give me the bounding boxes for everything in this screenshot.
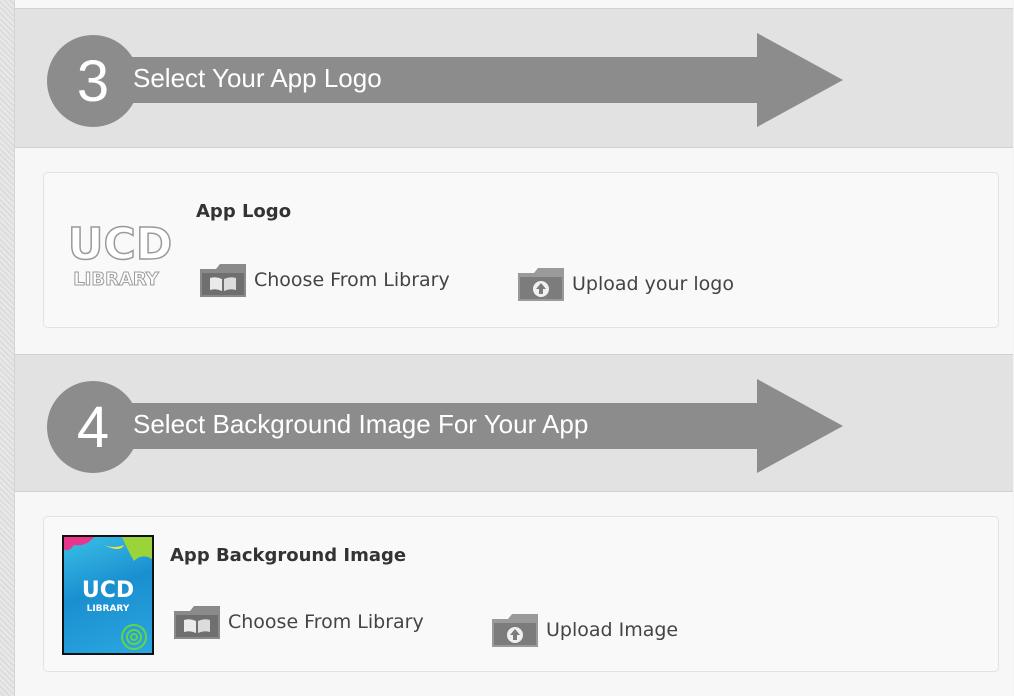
upload-logo-button[interactable]: Upload your logo [516, 265, 734, 303]
left-rail [0, 0, 14, 696]
background-thumb-text-main: UCD [82, 578, 134, 603]
app-logo-heading: App Logo [196, 201, 292, 222]
logo-text-main: UCD [68, 219, 173, 270]
app-background-card: UCD LIBRARY App Background Image Choose … [43, 516, 999, 672]
background-thumbnail-art: UCD LIBRARY [64, 537, 152, 650]
step-title: Select Background Image For Your App [133, 409, 589, 439]
step-number-badge: 3 [47, 35, 139, 127]
top-strip [15, 0, 1013, 8]
step-number-badge: 4 [47, 381, 139, 473]
choose-from-library-label: Choose From Library [228, 611, 424, 633]
page-frame: 3 Select Your App Logo UCD LIBRARY App L… [14, 0, 1013, 696]
upload-image-button[interactable]: Upload Image [490, 611, 678, 649]
upload-folder-icon [492, 614, 538, 647]
background-thumb-text-sub: LIBRARY [87, 604, 130, 614]
library-book-icon [174, 606, 220, 639]
choose-from-library-label: Choose From Library [254, 269, 450, 291]
step-3-header: 3 Select Your App Logo [15, 8, 1013, 148]
upload-logo-label: Upload your logo [572, 273, 734, 295]
upload-folder-icon [518, 268, 564, 301]
choose-from-library-button[interactable]: Choose From Library [172, 603, 424, 641]
app-logo-card: UCD LIBRARY App Logo Choose From Library… [43, 172, 999, 328]
step-title: Select Your App Logo [133, 63, 382, 93]
app-background-thumbnail[interactable]: UCD LIBRARY [62, 535, 154, 655]
logo-text-sub: LIBRARY [73, 269, 160, 290]
app-logo-thumbnail[interactable]: UCD LIBRARY [62, 203, 178, 295]
upload-image-label: Upload Image [546, 619, 679, 641]
choose-from-library-button[interactable]: Choose From Library [198, 261, 450, 299]
library-book-icon [200, 264, 246, 297]
step-4-header: 4 Select Background Image For Your App [15, 354, 1013, 492]
app-background-heading: App Background Image [170, 545, 407, 566]
